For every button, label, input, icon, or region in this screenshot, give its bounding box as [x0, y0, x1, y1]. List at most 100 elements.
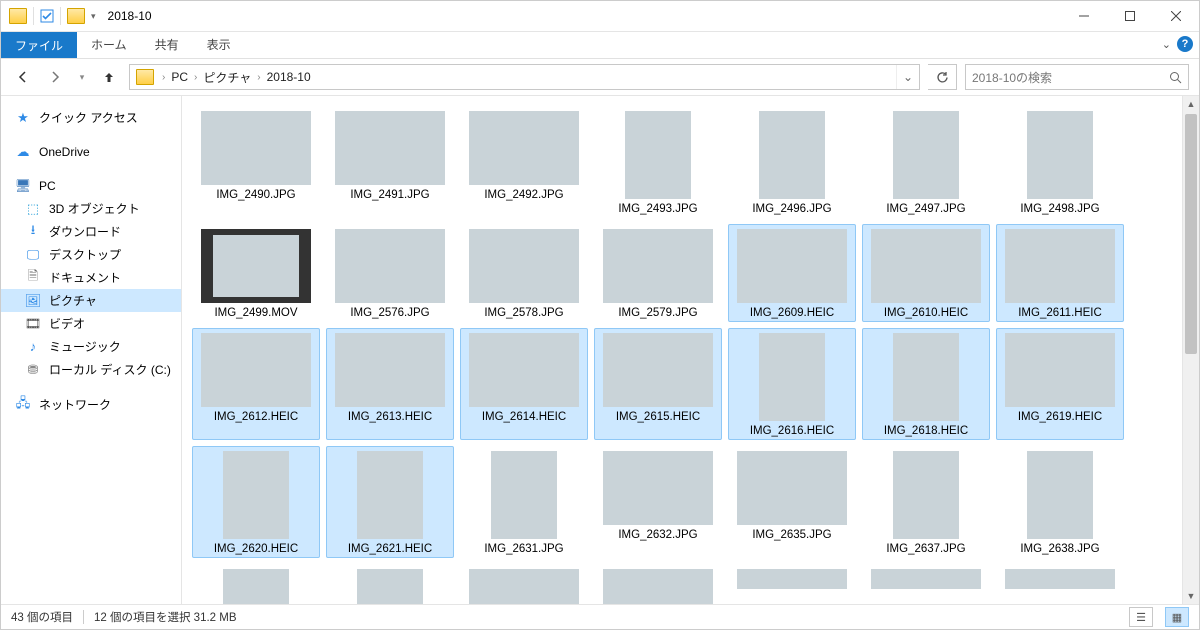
- separator: [33, 7, 34, 25]
- sidebar-network[interactable]: 🖧 ネットワーク: [1, 393, 181, 416]
- image-thumbnail: [1027, 451, 1093, 539]
- ribbon-tab-share[interactable]: 共有: [141, 31, 193, 58]
- file-item[interactable]: IMG_2611.HEIC: [996, 224, 1124, 322]
- file-item[interactable]: IMG_2496.JPG: [728, 106, 856, 218]
- address-bar[interactable]: › PC › ピクチャ › 2018-10 ⌄: [129, 64, 920, 90]
- scroll-down-icon[interactable]: ▼: [1183, 588, 1199, 604]
- ribbon-expand-icon[interactable]: ⌄: [1162, 38, 1171, 51]
- file-item[interactable]: IMG_2618.HEIC: [862, 328, 990, 440]
- image-thumbnail: [1005, 333, 1115, 407]
- view-thumbnails-button[interactable]: ▦: [1165, 607, 1189, 627]
- file-name-label: IMG_2618.HEIC: [884, 425, 968, 437]
- file-item[interactable]: IMG_2497.JPG: [862, 106, 990, 218]
- file-item-partial[interactable]: [728, 564, 856, 604]
- file-item[interactable]: IMG_2498.JPG: [996, 106, 1124, 218]
- chevron-right-icon[interactable]: ›: [255, 72, 262, 83]
- maximize-button[interactable]: [1107, 1, 1153, 31]
- qat-dropdown-icon[interactable]: ▾: [91, 11, 96, 22]
- file-name-label: IMG_2621.HEIC: [348, 543, 432, 555]
- file-pane[interactable]: IMG_2490.JPGIMG_2491.JPGIMG_2492.JPGIMG_…: [182, 96, 1182, 604]
- sidebar-videos[interactable]: 🎞 ビデオ: [1, 312, 181, 335]
- file-item[interactable]: IMG_2614.HEIC: [460, 328, 588, 440]
- sidebar-item-label: PC: [39, 179, 56, 193]
- file-name-label: IMG_2610.HEIC: [884, 307, 968, 319]
- pc-icon: 🖥: [15, 178, 31, 194]
- file-item[interactable]: IMG_2641.JPG: [192, 564, 320, 604]
- sidebar-desktop[interactable]: 🖵 デスクトップ: [1, 243, 181, 266]
- file-item[interactable]: IMG_2610.HEIC: [862, 224, 990, 322]
- file-item[interactable]: IMG_2490.JPG: [192, 106, 320, 218]
- minimize-button[interactable]: [1061, 1, 1107, 31]
- file-item[interactable]: IMG_2615.HEIC: [594, 328, 722, 440]
- image-thumbnail: [603, 229, 713, 303]
- file-item[interactable]: IMG_2491.JPG: [326, 106, 454, 218]
- file-name-label: IMG_2635.JPG: [752, 529, 831, 541]
- sidebar-pc[interactable]: 🖥 PC: [1, 175, 181, 197]
- image-thumbnail: [469, 333, 579, 407]
- file-item[interactable]: IMG_2632.JPG: [594, 446, 722, 558]
- view-details-button[interactable]: ☰: [1129, 607, 1153, 627]
- file-item[interactable]: IMG_2642.JPG: [326, 564, 454, 604]
- file-name-label: IMG_2638.JPG: [1020, 543, 1099, 555]
- file-item[interactable]: IMG_2578.JPG: [460, 224, 588, 322]
- file-item[interactable]: IMG_2609.HEIC: [728, 224, 856, 322]
- pictures-icon: 🖼: [25, 293, 41, 309]
- file-item[interactable]: IMG_2631.JPG: [460, 446, 588, 558]
- up-button[interactable]: [97, 65, 121, 89]
- file-item[interactable]: IMG_2637.JPG: [862, 446, 990, 558]
- breadcrumb-pc[interactable]: PC: [167, 70, 192, 84]
- sidebar-3d-objects[interactable]: ⬚ 3D オブジェクト: [1, 197, 181, 220]
- recent-dropdown-button[interactable]: ▾: [75, 65, 89, 89]
- qat-properties-icon[interactable]: [40, 9, 54, 23]
- sidebar-onedrive[interactable]: ☁ OneDrive: [1, 141, 181, 163]
- file-item[interactable]: IMG_2620.HEIC: [192, 446, 320, 558]
- breadcrumb-pictures[interactable]: ピクチャ: [199, 69, 255, 86]
- file-item[interactable]: IMG_2492.JPG: [460, 106, 588, 218]
- sidebar-item-label: デスクトップ: [49, 246, 121, 263]
- sidebar-local-disk[interactable]: ⛃ ローカル ディスク (C:): [1, 358, 181, 381]
- back-button[interactable]: [11, 65, 35, 89]
- file-item[interactable]: IMG_2635.JPG: [728, 446, 856, 558]
- sidebar-downloads[interactable]: ⭳ ダウンロード: [1, 220, 181, 243]
- help-icon[interactable]: ?: [1177, 36, 1193, 52]
- scroll-thumb[interactable]: [1185, 114, 1197, 354]
- file-item[interactable]: IMG_2616.HEIC: [728, 328, 856, 440]
- sidebar-documents[interactable]: 🗎 ドキュメント: [1, 266, 181, 289]
- file-item[interactable]: IMG_2644.JPG: [460, 564, 588, 604]
- folder-icon[interactable]: [67, 8, 85, 24]
- file-tab[interactable]: ファイル: [1, 32, 77, 58]
- ribbon-tab-home[interactable]: ホーム: [77, 31, 141, 58]
- quick-access-toolbar: ▾: [1, 7, 104, 25]
- file-item[interactable]: IMG_2499.MOV: [192, 224, 320, 322]
- scroll-up-icon[interactable]: ▲: [1183, 96, 1199, 112]
- file-item-partial[interactable]: [862, 564, 990, 604]
- refresh-button[interactable]: [928, 64, 957, 90]
- file-item-partial[interactable]: [996, 564, 1124, 604]
- sidebar-quick-access[interactable]: ★ クイック アクセス: [1, 106, 181, 129]
- file-item[interactable]: IMG_2576.JPG: [326, 224, 454, 322]
- breadcrumb-current[interactable]: 2018-10: [263, 70, 315, 84]
- vertical-scrollbar[interactable]: ▲ ▼: [1182, 96, 1199, 604]
- chevron-right-icon[interactable]: ›: [192, 72, 199, 83]
- close-button[interactable]: [1153, 1, 1199, 31]
- file-item[interactable]: IMG_2676.JPG: [594, 564, 722, 604]
- folder-icon: [136, 69, 154, 85]
- image-thumbnail: [871, 569, 981, 589]
- forward-button[interactable]: [43, 65, 67, 89]
- image-thumbnail: [357, 569, 423, 604]
- sidebar-music[interactable]: ♪ ミュージック: [1, 335, 181, 358]
- file-name-label: IMG_2498.JPG: [1020, 203, 1099, 215]
- file-item[interactable]: IMG_2493.JPG: [594, 106, 722, 218]
- file-item[interactable]: IMG_2612.HEIC: [192, 328, 320, 440]
- file-item[interactable]: IMG_2621.HEIC: [326, 446, 454, 558]
- ribbon-tab-view[interactable]: 表示: [193, 31, 245, 58]
- sidebar-pictures[interactable]: 🖼 ピクチャ: [1, 289, 181, 312]
- file-item[interactable]: IMG_2638.JPG: [996, 446, 1124, 558]
- search-box[interactable]: 2018-10の検索: [965, 64, 1189, 90]
- address-dropdown-icon[interactable]: ⌄: [896, 65, 919, 89]
- file-item[interactable]: IMG_2619.HEIC: [996, 328, 1124, 440]
- nav-pane[interactable]: ★ クイック アクセス ☁ OneDrive 🖥 PC ⬚ 3D オブジェクト: [1, 96, 182, 604]
- file-item[interactable]: IMG_2613.HEIC: [326, 328, 454, 440]
- file-item[interactable]: IMG_2579.JPG: [594, 224, 722, 322]
- chevron-right-icon[interactable]: ›: [160, 72, 167, 83]
